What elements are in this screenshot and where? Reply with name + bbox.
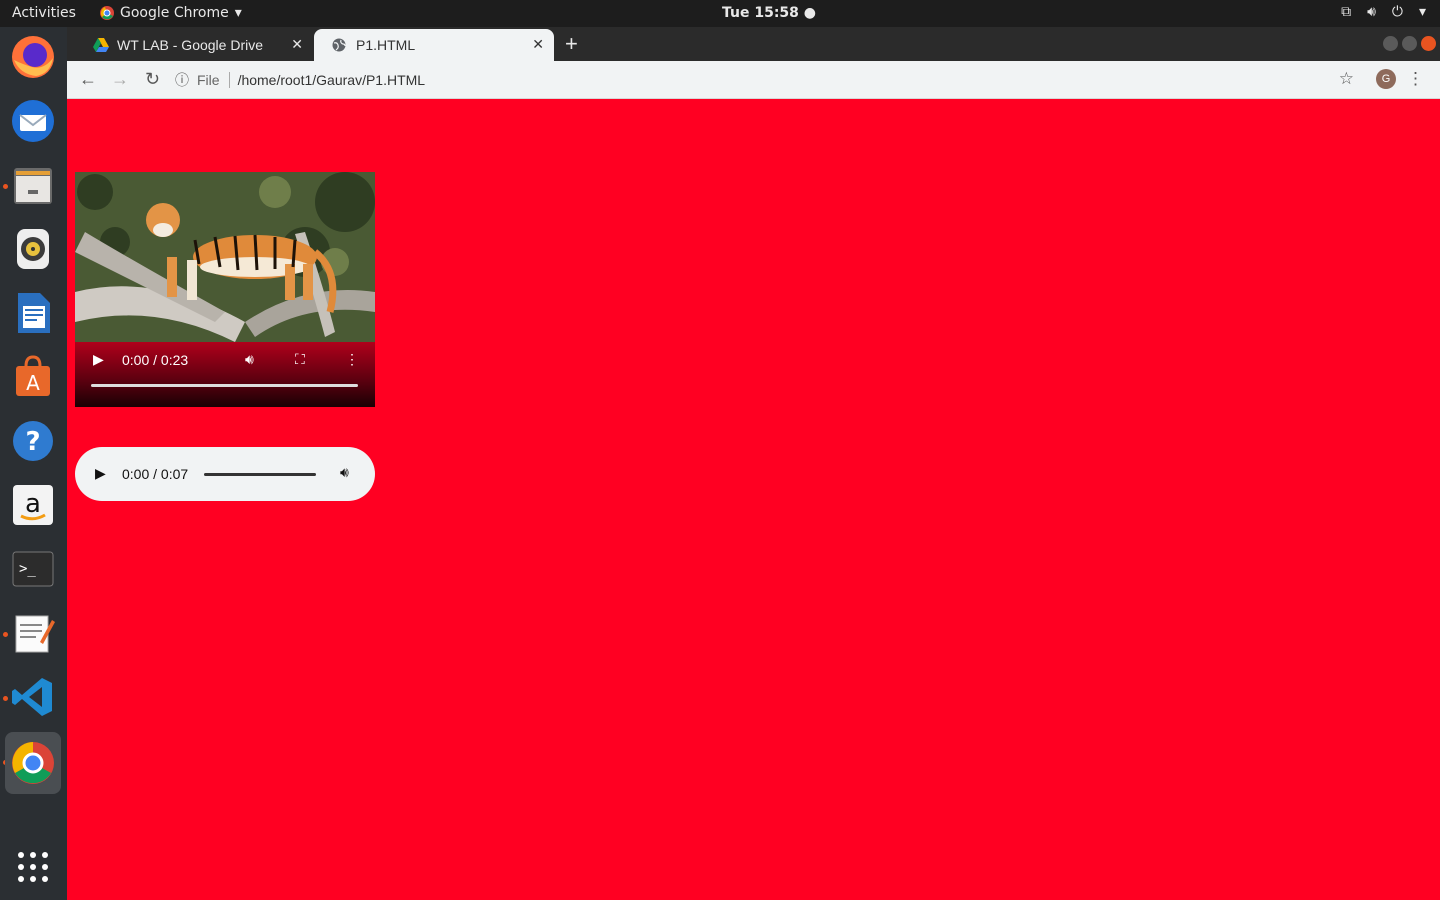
apps-grid-icon[interactable] <box>8 842 58 892</box>
firefox-icon[interactable] <box>8 32 58 82</box>
volume-icon[interactable]: 🔊︎ <box>340 464 349 481</box>
window-controls <box>1383 36 1436 51</box>
scheme-label: File <box>197 72 230 88</box>
notification-dot-icon: ● <box>803 5 817 21</box>
video-player[interactable]: ▶ 0:00 / 0:23 🔊︎ ⛶ ⋮ <box>75 172 375 407</box>
tab-label: WT LAB - Google Drive <box>117 37 264 53</box>
play-icon[interactable]: ▶ <box>93 351 104 368</box>
video-controls: ▶ 0:00 / 0:23 🔊︎ ⛶ ⋮ <box>75 342 375 407</box>
svg-text:>_: >_ <box>19 561 36 577</box>
google-drive-icon <box>93 38 109 52</box>
forward-arrow-icon[interactable]: → <box>111 69 129 90</box>
globe-icon <box>332 38 346 52</box>
chevron-down-icon[interactable]: ▾ <box>1419 4 1426 20</box>
kebab-menu-icon[interactable]: ⋮ <box>1407 69 1424 89</box>
tiger-video-thumbnail-icon <box>75 172 375 342</box>
url-text[interactable]: /home/root1/Gaurav/P1.HTML <box>238 72 426 88</box>
avatar[interactable]: G <box>1376 69 1396 89</box>
network-icon[interactable]: ⧉ <box>1341 4 1351 20</box>
files-icon[interactable] <box>8 160 58 210</box>
browser-toolbar: ← → ↻ ⓘ File /home/root1/Gaurav/P1.HTML … <box>67 61 1440 99</box>
tab-strip: WT LAB - Google Drive ✕ P1.HTML ✕ + <box>67 27 1440 61</box>
new-tab-icon[interactable]: + <box>565 31 578 57</box>
thunderbird-icon[interactable] <box>8 96 58 146</box>
software-icon[interactable]: A <box>8 352 58 402</box>
svg-text:a: a <box>25 489 41 519</box>
terminal-icon[interactable]: >_ <box>8 544 58 594</box>
audio-player[interactable]: ▶ 0:00 / 0:07 🔊︎ <box>75 447 375 501</box>
clock[interactable]: Tue 15:58 ● <box>722 5 816 21</box>
tab-google-drive[interactable]: WT LAB - Google Drive ✕ <box>75 29 313 61</box>
app-menu[interactable]: Google Chrome ▾ <box>100 5 242 21</box>
system-tray[interactable]: ⧉ 🔊︎ ⏻ ▾ <box>1341 4 1426 20</box>
tab-p1-html[interactable]: P1.HTML ✕ <box>314 29 554 61</box>
volume-icon[interactable]: 🔊︎ <box>1367 4 1376 20</box>
volume-icon[interactable]: 🔊︎ <box>245 351 254 368</box>
play-icon[interactable]: ▶ <box>95 465 106 482</box>
audio-progress-bar[interactable] <box>204 473 316 476</box>
app-menu-label: Google Chrome <box>120 5 229 21</box>
kebab-menu-icon[interactable]: ⋮ <box>345 351 359 368</box>
dock: A ? a >_ <box>0 27 67 900</box>
chevron-down-icon: ▾ <box>234 5 242 21</box>
maximize-icon[interactable] <box>1402 36 1417 51</box>
rhythmbox-icon[interactable] <box>8 224 58 274</box>
text-editor-icon[interactable] <box>8 608 58 658</box>
minimize-icon[interactable] <box>1383 36 1398 51</box>
help-icon[interactable]: ? <box>8 416 58 466</box>
close-icon[interactable]: ✕ <box>291 36 303 53</box>
system-top-bar: Activities Google Chrome ▾ Tue 15:58 ● ⧉… <box>0 0 1440 27</box>
close-window-icon[interactable] <box>1421 36 1436 51</box>
activities-button[interactable]: Activities <box>12 5 76 21</box>
fullscreen-icon[interactable]: ⛶ <box>295 351 305 368</box>
tab-label: P1.HTML <box>356 37 416 53</box>
page-content: ▶ 0:00 / 0:23 🔊︎ ⛶ ⋮ ▶ 0:00 / 0:07 🔊︎ <box>67 99 1440 900</box>
writer-icon[interactable] <box>8 288 58 338</box>
video-progress-bar[interactable] <box>91 384 358 387</box>
video-time: 0:00 / 0:23 <box>122 352 189 368</box>
reload-icon[interactable]: ↻ <box>145 69 160 90</box>
audio-time: 0:00 / 0:07 <box>122 466 189 482</box>
power-icon[interactable]: ⏻ <box>1392 4 1403 20</box>
clock-label: Tue 15:58 <box>722 5 799 21</box>
bookmark-star-icon[interactable]: ☆ <box>1339 69 1354 89</box>
svg-text:A: A <box>26 371 40 395</box>
chrome-small-icon <box>100 6 114 20</box>
address-bar[interactable]: ⓘ File /home/root1/Gaurav/P1.HTML <box>175 66 1345 94</box>
close-icon[interactable]: ✕ <box>532 36 544 53</box>
svg-text:?: ? <box>25 427 40 457</box>
back-arrow-icon[interactable]: ← <box>79 69 97 90</box>
info-icon[interactable]: ⓘ <box>175 70 189 90</box>
chrome-icon[interactable] <box>5 732 61 794</box>
video-frame <box>75 172 375 342</box>
amazon-icon[interactable]: a <box>8 480 58 530</box>
vscode-icon[interactable] <box>8 672 58 722</box>
